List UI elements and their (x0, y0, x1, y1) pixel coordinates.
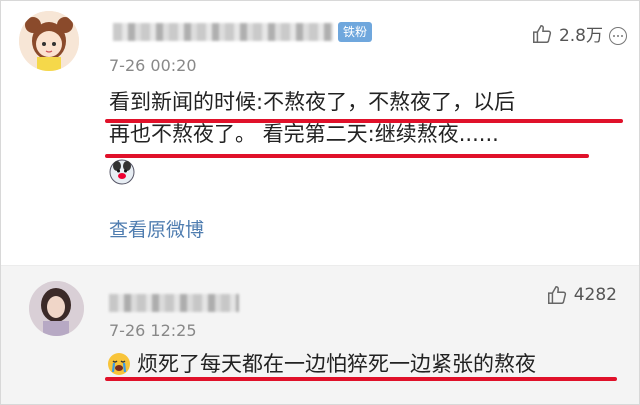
comment-item: 4282 7-26 12:25 烦死了每天都在一边怕猝死一边紧张的熬夜 (1, 265, 639, 404)
highlight-underline (105, 119, 623, 123)
comment-line: 看到新闻的时候:不熬夜了，不熬夜了，以后 (109, 90, 516, 114)
like-count: 4282 (573, 285, 617, 305)
highlight-underline (105, 377, 617, 381)
like-button[interactable]: 4282 (546, 284, 617, 306)
view-original-link[interactable]: 查看原微博 (109, 215, 204, 242)
avatar[interactable] (19, 11, 79, 71)
crying-emoji-icon (108, 353, 130, 375)
fan-badge: 铁粉 (338, 22, 373, 42)
comment-line: 烦死了每天都在一边怕猝死一边紧张的熬夜 (137, 352, 536, 376)
like-count: 2.8万 (558, 26, 603, 46)
username-blurred[interactable] (113, 23, 333, 41)
comment-text: 看到新闻的时候:不熬夜了，不熬夜了，以后 再也不熬夜了。 看完第二天:继续熬夜.… (109, 86, 609, 150)
timestamp: 7-26 00:20 (109, 56, 197, 75)
avatar[interactable] (29, 281, 84, 336)
thumbs-up-icon (547, 286, 566, 304)
comment-item: 铁粉 2.8万 7-26 00:20 看到新闻的时候:不熬夜了，不熬夜了，以后 … (1, 1, 639, 265)
comment-text: 烦死了每天都在一边怕猝死一边紧张的熬夜 (107, 348, 609, 380)
dog-emoji-icon (109, 159, 135, 185)
thumbs-up-icon (532, 24, 552, 43)
highlight-underline (105, 154, 589, 158)
more-icon[interactable] (609, 27, 627, 45)
timestamp: 7-26 12:25 (109, 321, 197, 340)
like-button[interactable]: 2.8万 (531, 21, 603, 46)
comment-list: 铁粉 2.8万 7-26 00:20 看到新闻的时候:不熬夜了，不熬夜了，以后 … (0, 0, 640, 405)
username-blurred[interactable] (109, 294, 239, 312)
